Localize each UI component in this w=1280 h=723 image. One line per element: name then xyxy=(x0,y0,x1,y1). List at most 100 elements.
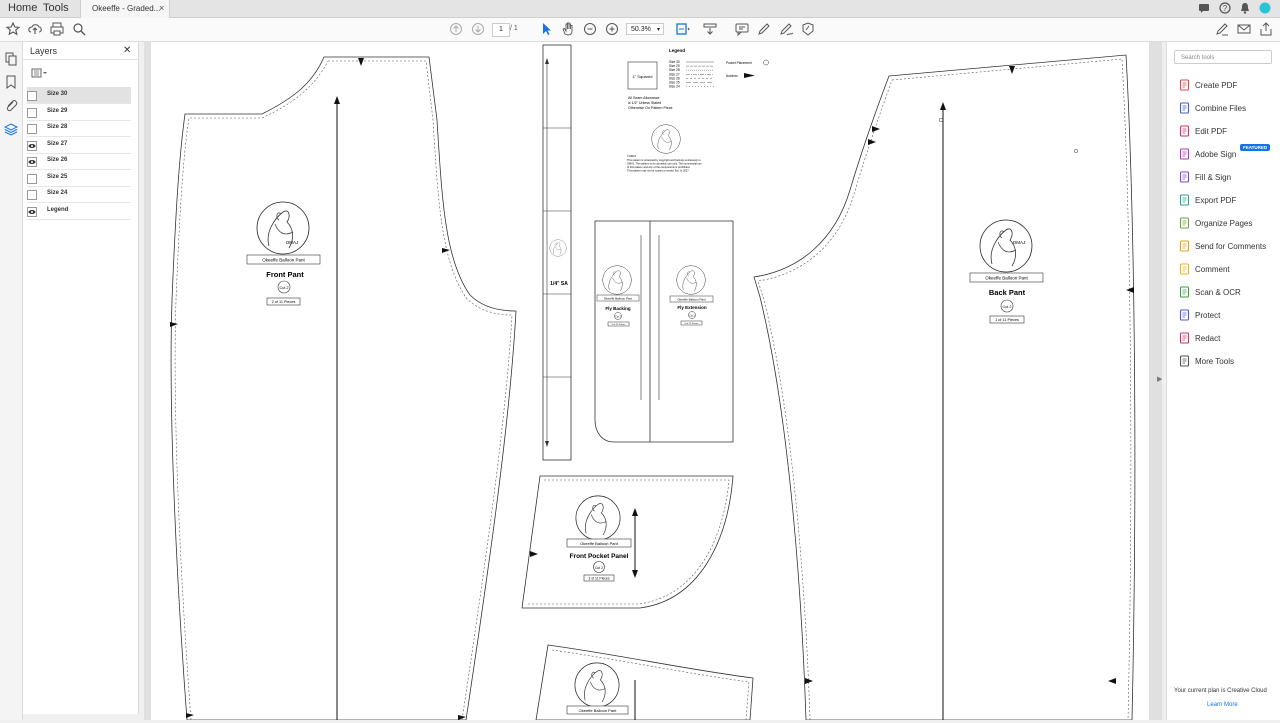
eye-icon[interactable] xyxy=(27,206,37,217)
help-icon[interactable]: ? xyxy=(1219,2,1231,14)
comment-icon[interactable] xyxy=(734,21,750,37)
layer-label: Size 24 xyxy=(47,190,68,196)
layer-row[interactable]: Size 27 xyxy=(27,137,131,154)
sign-icon xyxy=(1179,148,1191,160)
legend-notch-mark xyxy=(744,73,755,78)
bell-icon[interactable] xyxy=(1239,2,1251,14)
upload-icon[interactable] xyxy=(27,21,43,37)
layer-row[interactable]: Legend xyxy=(27,203,131,220)
copyright-line-4: of this pattern and any of the component… xyxy=(627,165,690,169)
print-icon[interactable] xyxy=(49,21,65,37)
sewing-pattern-drawing: OMAJ Okeeffe Balloon Pant Front Pant Cut… xyxy=(170,44,1136,721)
page-total: / 1 xyxy=(510,25,518,32)
layer-row[interactable]: Size 30 xyxy=(27,87,131,104)
visibility-checkbox[interactable] xyxy=(27,107,37,118)
search-icon[interactable] xyxy=(71,21,87,37)
layer-options-icon[interactable] xyxy=(31,68,49,78)
fly-backing-label: Okeeffe Balloon Pant xyxy=(604,297,632,301)
front-pant-seamline-left xyxy=(174,60,329,721)
zoom-in-icon[interactable] xyxy=(604,21,620,37)
tab-close-icon[interactable]: × xyxy=(159,0,164,17)
pdf-icon xyxy=(1179,79,1191,91)
chat-icon[interactable] xyxy=(1198,2,1210,14)
legend-seam-note-2: is 1/2" Unless Stated xyxy=(628,101,661,105)
prev-page-icon[interactable] xyxy=(448,21,464,37)
tab-home[interactable]: Home xyxy=(8,0,37,17)
page-number-input[interactable]: 1 xyxy=(492,23,510,37)
sign-icon[interactable] xyxy=(800,21,816,37)
visibility-checkbox[interactable] xyxy=(27,124,37,134)
avatar[interactable] xyxy=(1259,2,1271,14)
layer-row[interactable]: Size 26 xyxy=(27,153,131,170)
layer-label: Size 28 xyxy=(47,124,68,130)
visibility-checkbox[interactable] xyxy=(27,190,37,200)
front-pant-brand: OMAJ xyxy=(286,240,299,245)
copyright-line-2: This pattern is protected by copyright a… xyxy=(627,158,701,162)
pdf-page[interactable]: OMAJ Okeeffe Balloon Pant Front Pant Cut… xyxy=(151,42,1149,721)
divider xyxy=(23,59,138,60)
next-page-icon[interactable] xyxy=(470,21,486,37)
layer-label: Size 29 xyxy=(47,107,68,114)
tool-label: Redact xyxy=(1195,334,1221,343)
front-pant-logo xyxy=(256,201,310,255)
mail-icon[interactable] xyxy=(1236,21,1252,37)
fly-backing-cut: Cut 1 xyxy=(615,316,621,319)
notch xyxy=(170,322,178,327)
bookmark-icon[interactable] xyxy=(4,75,18,89)
select-cursor-icon[interactable] xyxy=(538,21,554,37)
layer-label: Size 26 xyxy=(47,157,68,163)
tool-label: Send for Comments xyxy=(1195,242,1267,251)
scroll-mode-icon[interactable] xyxy=(702,21,718,37)
more-icon xyxy=(1179,355,1191,367)
visibility-checkbox[interactable] xyxy=(27,173,37,184)
legend-size-list: Size 30Size 29Size 28Size 27Size 26Size … xyxy=(669,60,714,89)
back-pant-pocket-placement-mark xyxy=(1073,148,1079,154)
plan-text: Your current plan is Creative Cloud xyxy=(1174,688,1267,694)
attachment-icon[interactable] xyxy=(4,98,18,112)
learn-more-link[interactable]: Learn More xyxy=(1207,702,1238,708)
layer-row[interactable]: Size 25 xyxy=(27,170,131,187)
notch xyxy=(1108,678,1116,684)
visibility-checkbox[interactable] xyxy=(27,91,37,101)
front-pant-title: Front Pant xyxy=(266,270,304,279)
fit-page-icon[interactable] xyxy=(674,21,690,37)
tool-label: Create PDF xyxy=(1195,81,1238,90)
fly-extension-pieces: 6 of 11 Pieces xyxy=(685,323,700,325)
eye-icon[interactable] xyxy=(27,157,37,167)
zoom-level-value: 50.3% xyxy=(631,26,651,33)
tab-tools[interactable]: Tools xyxy=(43,0,69,17)
legend-title: Legend xyxy=(669,48,685,53)
edit-sign-icon[interactable] xyxy=(1214,21,1230,37)
tool-label: More Tools xyxy=(1195,357,1234,366)
layer-row[interactable]: Size 24 xyxy=(27,186,131,203)
back-pant-outline xyxy=(753,54,1136,721)
search-tools-input[interactable]: Search tools xyxy=(1174,50,1272,64)
highlight-pen-icon[interactable] xyxy=(756,21,772,37)
fly-extension-logo xyxy=(676,265,706,295)
share-icon[interactable] xyxy=(1258,21,1274,37)
main-toolbar: 1 / 1 50.3% ▾ xyxy=(0,18,1280,42)
tab-document[interactable]: Okeeffe - Graded... × xyxy=(80,0,170,18)
hand-icon[interactable] xyxy=(560,21,576,37)
collapse-right-pane-icon[interactable]: ▶ xyxy=(1157,375,1162,383)
star-icon[interactable] xyxy=(5,21,21,37)
fly-pieces-outline xyxy=(594,220,734,443)
layer-row[interactable]: Size 28 xyxy=(27,120,131,137)
bottom-piece-label: Okeeffe Balloon Pant xyxy=(579,708,618,713)
draw-icon[interactable] xyxy=(778,21,794,37)
layers-icon[interactable] xyxy=(4,122,18,136)
notch xyxy=(868,139,876,145)
copyright-line-1: ©OMAJ xyxy=(627,154,637,158)
pages-thumbnail-icon[interactable] xyxy=(4,52,18,66)
copyright-line-5: This pattern may not be copied or resold… xyxy=(627,169,690,173)
legend-logo xyxy=(651,124,681,154)
close-icon[interactable]: ✕ xyxy=(123,45,131,56)
zoom-out-icon[interactable] xyxy=(582,21,598,37)
legend-square-label: 1" Squared xyxy=(633,74,653,79)
chevron-down-icon: ▾ xyxy=(656,27,660,33)
eye-icon[interactable] xyxy=(27,140,37,151)
tool-label: Comment xyxy=(1195,265,1230,274)
layer-row[interactable]: Size 29 xyxy=(27,104,131,121)
scan-icon xyxy=(1179,286,1191,298)
zoom-level-select[interactable]: 50.3% ▾ xyxy=(626,23,664,35)
